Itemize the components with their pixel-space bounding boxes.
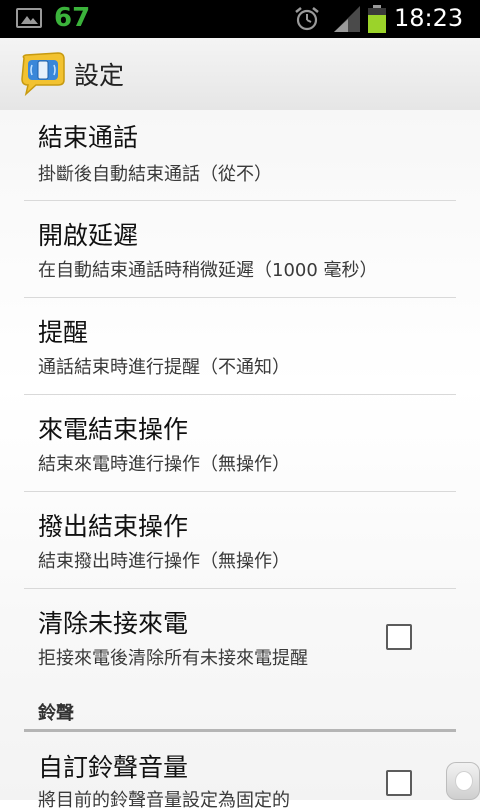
pref-summary: 將目前的鈴聲音量設定為固定的 bbox=[38, 790, 290, 811]
gallery-notification-icon bbox=[16, 8, 42, 28]
battery-level-notification: 67 bbox=[54, 3, 91, 33]
pref-summary: 結束撥出時進行操作（無操作） bbox=[38, 551, 290, 572]
pref-summary: 通話結束時進行提醒（不通知） bbox=[38, 357, 290, 378]
pref-summary: 結束來電時進行操作（無操作） bbox=[38, 454, 290, 475]
pref-title: 撥出結束操作 bbox=[38, 512, 189, 541]
page-title: 設定 bbox=[74, 61, 125, 90]
pref-summary: 拒接來電後清除所有未接來電提醒 bbox=[38, 648, 308, 669]
clear-missed-calls-checkbox[interactable] bbox=[386, 624, 412, 650]
signal-strength-icon bbox=[334, 6, 360, 32]
app-logo-icon[interactable] bbox=[18, 52, 66, 96]
pref-summary: 在自動結束通話時稍微延遲（1000 毫秒） bbox=[38, 260, 378, 281]
pref-title: 開啟延遲 bbox=[38, 221, 139, 250]
alarm-clock-icon bbox=[295, 7, 319, 31]
pref-reminder[interactable]: 提醒 通話結束時進行提醒（不通知） bbox=[24, 297, 456, 395]
pref-title: 來電結束操作 bbox=[38, 415, 189, 444]
fast-scroll-handle[interactable] bbox=[446, 762, 480, 800]
custom-ringtone-volume-checkbox[interactable] bbox=[386, 770, 412, 796]
clock-time: 18:23 bbox=[394, 4, 464, 32]
pref-title: 自訂鈴聲音量 bbox=[38, 753, 189, 782]
pref-custom-ringtone-volume[interactable]: 自訂鈴聲音量 將目前的鈴聲音量設定為固定的 bbox=[24, 732, 456, 811]
action-bar: 設定 bbox=[0, 38, 480, 111]
pref-incoming-end-action[interactable]: 來電結束操作 結束來電時進行操作（無操作） bbox=[24, 394, 456, 492]
pref-title: 清除未接來電 bbox=[38, 609, 189, 638]
pref-outgoing-end-action[interactable]: 撥出結束操作 結束撥出時進行操作（無操作） bbox=[24, 491, 456, 589]
battery-icon bbox=[368, 5, 386, 33]
pref-open-delay[interactable]: 開啟延遲 在自動結束通話時稍微延遲（1000 毫秒） bbox=[24, 200, 456, 298]
status-bar: 67 18:23 bbox=[0, 0, 480, 38]
pref-clear-missed-calls[interactable]: 清除未接來電 拒接來電後清除所有未接來電提醒 bbox=[24, 588, 456, 680]
pref-summary: 掛斷後自動結束通話（從不） bbox=[38, 164, 272, 185]
pref-title: 結束通話 bbox=[38, 123, 139, 152]
section-header-ringtone: 鈴聲 bbox=[38, 703, 74, 724]
pref-title: 提醒 bbox=[38, 318, 89, 347]
pref-end-call[interactable]: 結束通話 掛斷後自動結束通話（從不） bbox=[24, 110, 456, 201]
